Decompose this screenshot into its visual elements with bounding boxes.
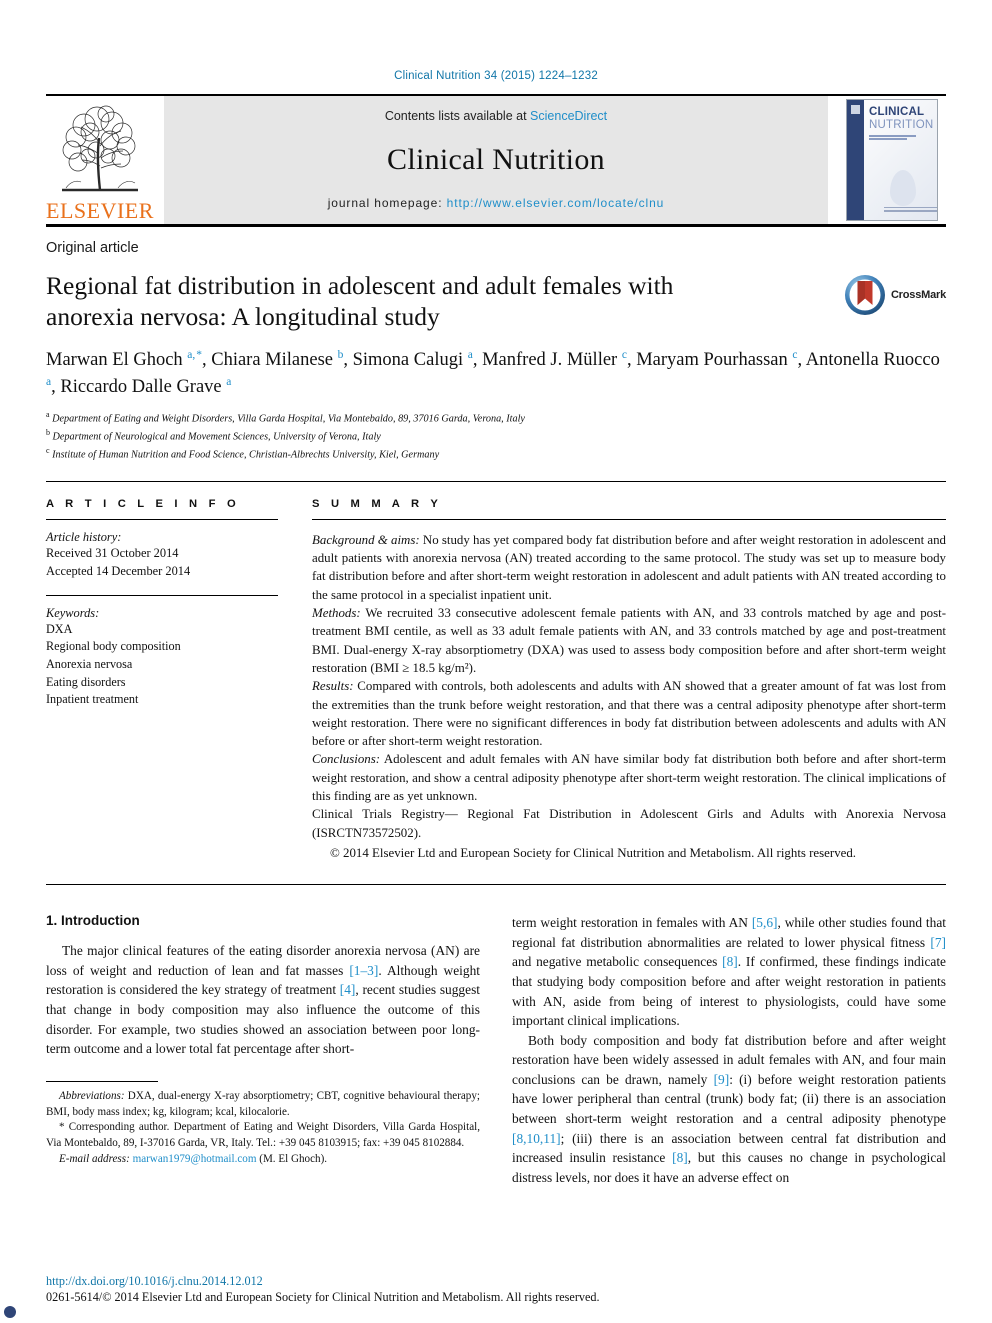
- keywords-separator-rule: [46, 594, 278, 596]
- author-list: Marwan El Ghoch a, *, Chiara Milanese b,…: [46, 349, 940, 397]
- email-label: E-mail address:: [59, 1153, 130, 1166]
- elsevier-tree-icon: [50, 102, 150, 200]
- homepage-url-link[interactable]: http://www.elsevier.com/locate/clnu: [447, 196, 665, 210]
- affiliation-a: a Department of Eating and Weight Disord…: [46, 409, 946, 427]
- affiliation-mark-a: a: [46, 410, 50, 420]
- homepage-label: journal homepage:: [327, 196, 443, 210]
- summary-rule: [312, 518, 946, 520]
- journal-title: Clinical Nutrition: [387, 142, 605, 176]
- intro-paragraph-2: term weight restoration in females with …: [512, 915, 947, 1029]
- footnote-rule: [46, 1080, 158, 1082]
- body-right-column: term weight restoration in females with …: [512, 913, 946, 1187]
- affiliation-c: c Institute of Human Nutrition and Food …: [46, 445, 946, 463]
- email-owner: (M. El Ghoch).: [259, 1153, 328, 1166]
- section-heading-introduction: 1. Introduction: [46, 913, 140, 929]
- crossmark-icon: [844, 274, 886, 316]
- body-separator-rule: [46, 884, 946, 886]
- cover-footer-lines: [884, 206, 937, 214]
- intro-right-text: term weight restoration in females with …: [512, 913, 946, 1187]
- abstract-body: Background & aims: No study has yet comp…: [312, 531, 946, 863]
- masthead-bottom-rule: [46, 224, 946, 227]
- journal-masthead: ELSEVIER Contents lists available at Sci…: [4, 94, 946, 1318]
- abstract-conclusions-text: Adolescent and adult females with AN hav…: [312, 752, 946, 804]
- journal-homepage-line: journal homepage: http://www.elsevier.co…: [328, 196, 665, 210]
- affiliation-b: b Department of Neurological and Movemen…: [46, 427, 946, 445]
- footnote-block: Abbreviations: DXA, dual-energy X-ray ab…: [46, 1089, 480, 1168]
- affiliation-text-c: Institute of Human Nutrition and Food Sc…: [52, 449, 440, 461]
- affiliation-text-b: Department of Neurological and Movement …: [52, 431, 381, 443]
- keyword-item: Regional body composition: [46, 639, 181, 654]
- article-info-heading: A R T I C L E I N F O: [46, 497, 240, 510]
- espen-emblem-icon: [4, 1306, 16, 1318]
- abstract-methods-label: Methods:: [312, 605, 361, 620]
- footnote-corresponding-author: * Corresponding author. Department of Ea…: [46, 1121, 480, 1150]
- abstract-background-label: Background & aims:: [312, 532, 420, 547]
- cover-spine-logo-icon: [851, 105, 860, 114]
- cover-spine: [4, 100, 864, 1318]
- elsevier-logo: ELSEVIER: [46, 96, 154, 224]
- abstract-background: Background & aims: No study has yet comp…: [312, 531, 946, 604]
- abstract-results-text: Compared with controls, both adolescents…: [312, 679, 946, 749]
- issn-copyright-line: 0261-5614/© 2014 Elsevier Ltd and Europe…: [46, 1290, 600, 1304]
- body-column-gutter: [480, 913, 512, 1187]
- intro-paragraph-1: The major clinical features of the eatin…: [46, 943, 480, 1057]
- keyword-item: DXA: [46, 621, 73, 636]
- running-head: Clinical Nutrition 34 (2015) 1224–1232: [394, 70, 598, 82]
- article-info-column: A R T I C L E I N F O Article history: R…: [46, 498, 278, 863]
- crossmark-badge[interactable]: CrossMark: [844, 274, 946, 316]
- cover-front: CLINICAL NUTRITION: [864, 100, 937, 220]
- sciencedirect-link[interactable]: ScienceDirect: [530, 109, 607, 123]
- page-footer: http://dx.doi.org/10.1016/j.clnu.2014.12…: [46, 1274, 946, 1305]
- crossmark-label: CrossMark: [890, 289, 946, 301]
- received-date: Received 31 October 2014: [46, 545, 179, 560]
- abstract-trial-registry: Clinical Trials Registry— Regional Fat D…: [312, 807, 946, 840]
- abstract-conclusions: Conclusions: Adolescent and adult female…: [312, 750, 946, 805]
- abstract-copyright: © 2014 Elsevier Ltd and European Society…: [330, 846, 857, 861]
- intro-paragraph-3: Both body composition and body fat distr…: [512, 1032, 946, 1185]
- keyword-item: Inpatient treatment: [46, 692, 139, 707]
- affiliation-mark-b: b: [46, 427, 50, 437]
- affiliation-text-a: Department of Eating and Weight Disorder…: [52, 413, 525, 425]
- abstract-results-label: Results:: [312, 679, 354, 694]
- abstract-results: Results: Compared with controls, both ad…: [312, 677, 946, 750]
- doi-link[interactable]: http://dx.doi.org/10.1016/j.clnu.2014.12…: [46, 1274, 946, 1289]
- info-separator-rule: [46, 480, 946, 482]
- elsevier-wordmark: ELSEVIER: [46, 198, 154, 223]
- accepted-date: Accepted 14 December 2014: [46, 563, 191, 578]
- abbreviations-label: Abbreviations:: [59, 1089, 125, 1102]
- email-link[interactable]: marwan1979@hotmail.com: [133, 1153, 257, 1165]
- footnote-email: E-mail address: marwan1979@hotmail.com (…: [46, 1152, 480, 1168]
- intro-left-text: The major clinical features of the eatin…: [46, 941, 480, 1058]
- keywords-block: Keywords: DXA Regional body composition …: [46, 606, 278, 709]
- journal-cover-thumbnail: CLINICAL NUTRITION: [4, 96, 946, 1318]
- footnote-abbreviations: Abbreviations: DXA, dual-energy X-ray ab…: [46, 1089, 480, 1121]
- summary-column: S U M M A R Y Background & aims: No stud…: [312, 498, 946, 863]
- affiliation-mark-c: c: [46, 445, 50, 455]
- abstract-methods-text: We recruited 33 consecutive adolescent f…: [312, 605, 946, 675]
- abstract-conclusions-label: Conclusions:: [312, 752, 381, 767]
- article-history-label: Article history:: [46, 529, 122, 544]
- article-info-rule: [46, 518, 278, 520]
- column-gutter: [278, 498, 312, 863]
- contents-available-line: Contents lists available at ScienceDirec…: [385, 109, 607, 123]
- article-type: Original article: [46, 240, 139, 256]
- affiliation-list: a Department of Eating and Weight Disord…: [46, 409, 946, 463]
- paper-page: Clinical Nutrition 34 (2015) 1224–1232 E…: [0, 0, 992, 1323]
- cover-title-line1: CLINICAL: [869, 106, 925, 118]
- abstract-methods: Methods: We recruited 33 consecutive ado…: [312, 604, 946, 677]
- keywords-label: Keywords:: [46, 605, 100, 620]
- page-title: Regional fat distribution in adolescent …: [46, 271, 674, 332]
- body-left-column: 1. Introduction The major clinical featu…: [46, 913, 480, 1187]
- contents-prefix: Contents lists available at: [384, 109, 527, 123]
- cover-title-line2: NUTRITION: [869, 118, 934, 131]
- masthead-center-band: Contents lists available at ScienceDirec…: [164, 96, 828, 224]
- summary-heading: S U M M A R Y: [312, 497, 443, 510]
- keyword-item: Eating disorders: [46, 674, 126, 689]
- cover-subtitle-lines: [869, 134, 932, 141]
- keyword-item: Anorexia nervosa: [46, 657, 133, 672]
